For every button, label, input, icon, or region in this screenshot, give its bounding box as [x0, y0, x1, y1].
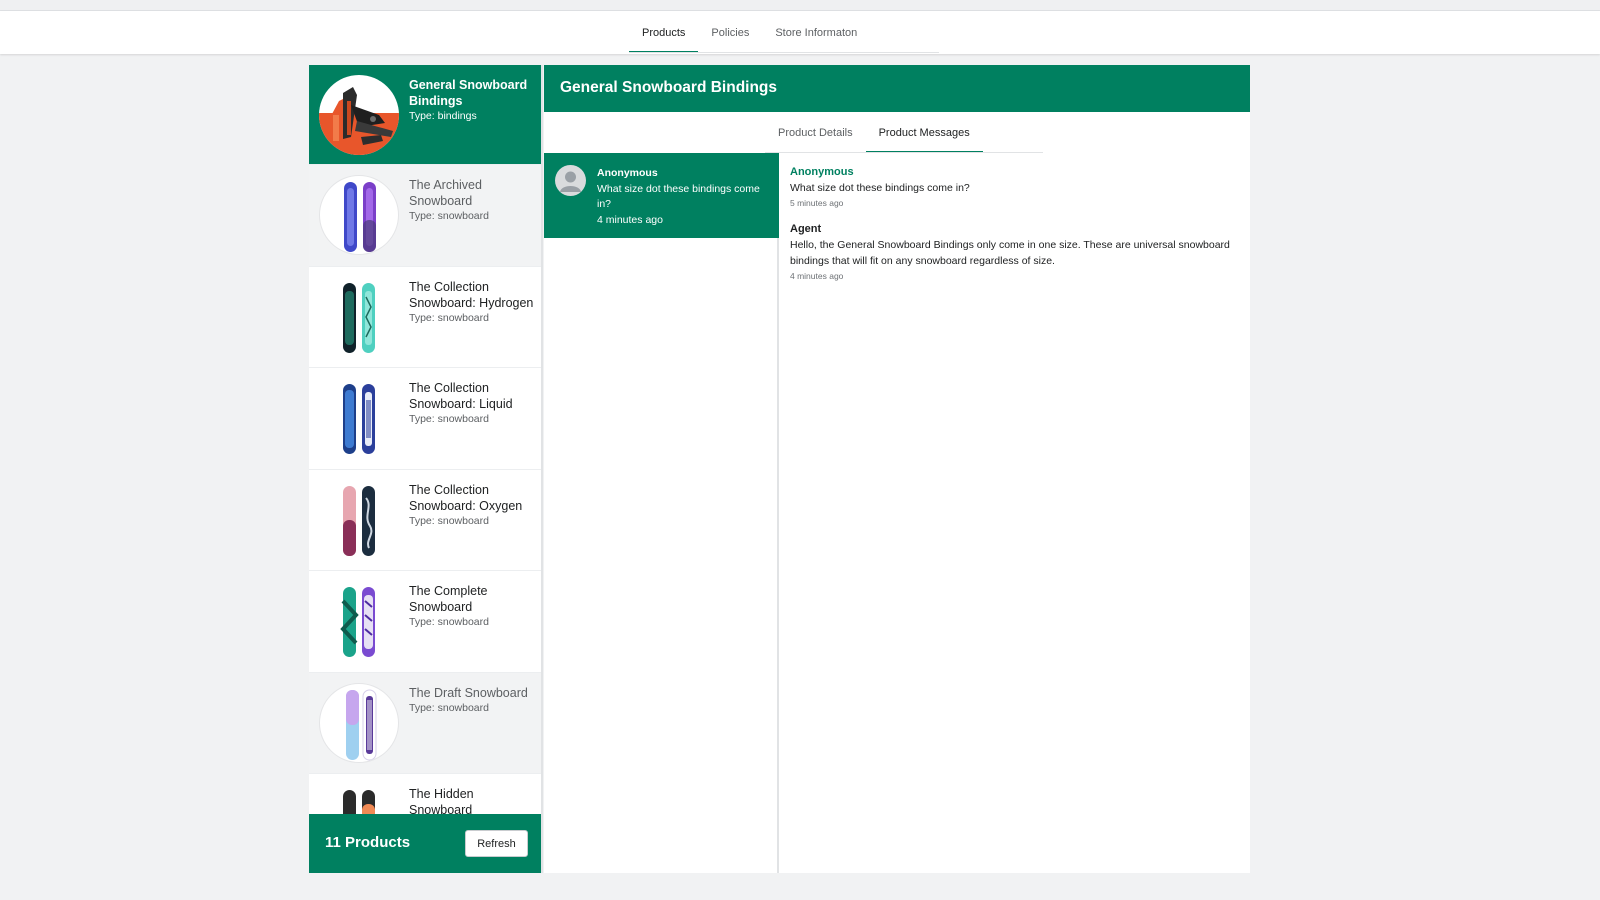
- tab-policies[interactable]: Policies: [698, 11, 762, 54]
- product-thumbnail-snowboard-icon: [319, 479, 399, 560]
- conversation-sender: Anonymous: [597, 167, 658, 179]
- refresh-button[interactable]: Refresh: [465, 830, 528, 857]
- message-thread: Anonymous What size dot these bindings c…: [790, 165, 1230, 295]
- product-item-archived-snowboard[interactable]: The Archived Snowboard Type: snowboard: [309, 165, 541, 267]
- product-info: The Collection Snowboard: Liquid Type: s…: [409, 380, 534, 426]
- product-info: The Complete Snowboard Type: snowboard: [409, 583, 534, 629]
- product-type: Type: bindings: [409, 110, 477, 122]
- product-tabs: Product Details Product Messages: [765, 112, 983, 153]
- product-thumbnail-snowboard-icon: [319, 784, 399, 815]
- product-info: The Archived Snowboard Type: snowboard: [409, 177, 534, 223]
- product-name: General Snowboard Bindings: [409, 78, 528, 108]
- product-info: The Draft Snowboard Type: snowboard: [409, 685, 534, 715]
- product-item-complete-snowboard[interactable]: The Complete Snowboard Type: snowboard: [309, 571, 541, 673]
- product-name: The Draft Snowboard: [409, 685, 528, 700]
- product-name: The Collection Snowboard: Liquid: [409, 381, 513, 411]
- product-thumbnail-snowboard-icon: [319, 175, 399, 255]
- product-item-hidden-snowboard[interactable]: The Hidden Snowboard Type: snowboard: [309, 774, 541, 815]
- product-name: The Complete Snowboard: [409, 584, 488, 614]
- product-item-general-snowboard-bindings[interactable]: General Snowboard Bindings Type: binding…: [309, 65, 541, 165]
- conversation-info: Anonymous What size dot these bindings c…: [597, 166, 772, 228]
- product-header: General Snowboard Bindings: [544, 65, 1250, 112]
- message-sender: Anonymous: [790, 166, 854, 178]
- message-sender: Agent: [790, 223, 822, 235]
- message-agent: Agent Hello, the General Snowboard Bindi…: [790, 222, 1230, 283]
- tab-products[interactable]: Products: [629, 11, 699, 54]
- product-type: Type: snowboard: [409, 701, 489, 714]
- message-text: What size dot these bindings come in?: [790, 182, 970, 194]
- product-info: General Snowboard Bindings Type: binding…: [409, 77, 534, 123]
- product-type: Type: snowboard: [409, 210, 489, 222]
- product-type: Type: snowboard: [409, 616, 489, 628]
- top-navbar: Products Policies Store Informaton: [0, 11, 1600, 54]
- nav-tabs-divider: [629, 52, 939, 53]
- product-detail-panel: General Snowboard Bindings Product Detai…: [544, 65, 1250, 873]
- product-list[interactable]: General Snowboard Bindings Type: binding…: [309, 65, 541, 815]
- product-title: General Snowboard Bindings: [560, 79, 778, 96]
- product-thumbnail-snowboard-icon: [319, 378, 399, 458]
- conversation-preview: What size dot these bindings come in?: [597, 182, 760, 211]
- message-time: 5 minutes ago: [790, 198, 844, 208]
- product-sidebar: General Snowboard Bindings Type: binding…: [309, 65, 543, 873]
- product-thumbnail-snowboard-icon: [319, 276, 399, 357]
- product-name: The Collection Snowboard: Oxygen: [409, 482, 523, 513]
- conversation-item[interactable]: Anonymous What size dot these bindings c…: [544, 153, 779, 238]
- product-item-collection-oxygen[interactable]: The Collection Snowboard: Oxygen Type: s…: [309, 469, 541, 571]
- conversation-list: Anonymous What size dot these bindings c…: [544, 153, 779, 873]
- conversation-time: 4 minutes ago: [597, 213, 663, 226]
- product-info: The Hidden Snowboard Type: snowboard: [409, 786, 534, 815]
- product-thumbnail-snowboard-icon: [319, 682, 399, 763]
- product-name: The Archived Snowboard: [409, 178, 482, 208]
- tab-product-details[interactable]: Product Details: [765, 112, 866, 153]
- user-avatar-icon: [555, 165, 586, 196]
- product-name: The Hidden Snowboard: [409, 787, 474, 815]
- message-customer: Anonymous What size dot these bindings c…: [790, 165, 1230, 210]
- product-count: 11 Products: [325, 834, 411, 851]
- product-item-draft-snowboard[interactable]: The Draft Snowboard Type: snowboard: [309, 672, 541, 774]
- product-thumbnail-bindings-icon: [319, 75, 399, 155]
- sidebar-footer: 11 Products Refresh: [309, 814, 541, 873]
- nav-tabs: Products Policies Store Informaton: [629, 11, 870, 54]
- product-thumbnail-snowboard-icon: [319, 581, 399, 661]
- product-type: Type: snowboard: [409, 514, 489, 527]
- product-type: Type: snowboard: [409, 311, 489, 324]
- message-time: 4 minutes ago: [790, 271, 844, 281]
- product-item-collection-hydrogen[interactable]: The Collection Snowboard: Hydrogen Type:…: [309, 266, 541, 368]
- product-type: Type: snowboard: [409, 413, 489, 425]
- product-info: The Collection Snowboard: Oxygen Type: s…: [409, 482, 534, 528]
- tab-product-messages[interactable]: Product Messages: [865, 112, 983, 153]
- product-item-collection-liquid[interactable]: The Collection Snowboard: Liquid Type: s…: [309, 368, 541, 470]
- tab-store-information[interactable]: Store Informaton: [762, 11, 870, 54]
- product-name: The Collection Snowboard: Hydrogen: [409, 279, 534, 310]
- product-tabs-divider: [765, 152, 1043, 153]
- message-text: Hello, the General Snowboard Bindings on…: [790, 239, 1230, 267]
- product-info: The Collection Snowboard: Hydrogen Type:…: [409, 279, 534, 325]
- browser-top-strip: [0, 0, 1600, 11]
